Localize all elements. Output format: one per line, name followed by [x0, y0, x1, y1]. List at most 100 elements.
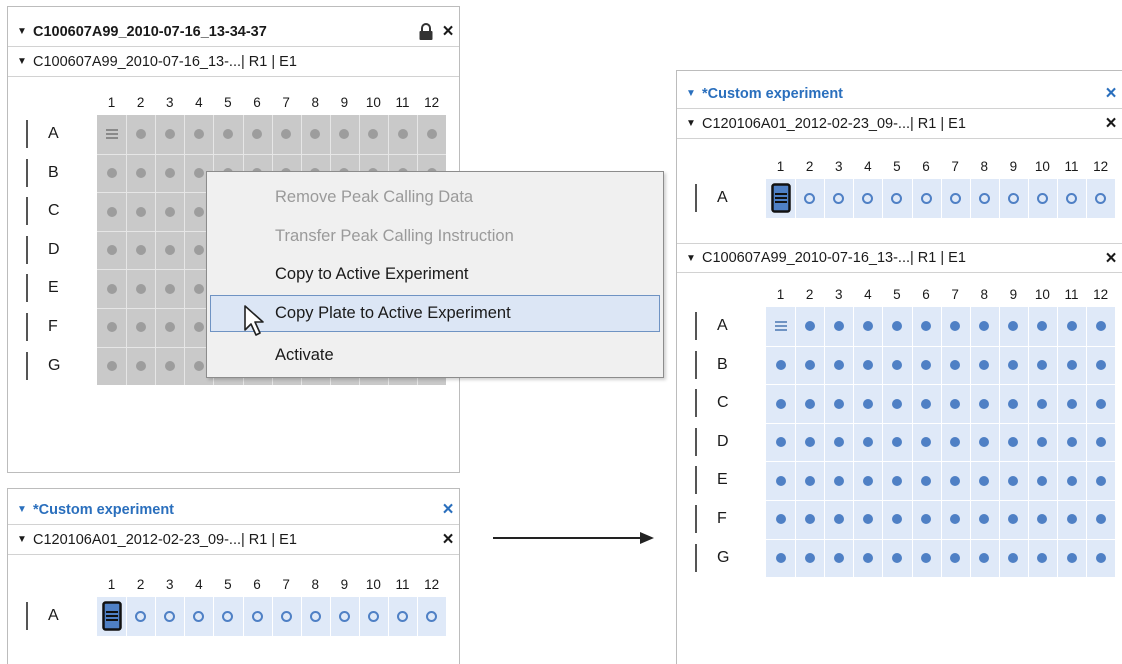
- filled-well[interactable]: [950, 552, 961, 563]
- filled-well[interactable]: [891, 437, 902, 448]
- filled-well[interactable]: [979, 475, 990, 486]
- filled-well[interactable]: [862, 514, 873, 525]
- filled-well[interactable]: [804, 514, 815, 525]
- empty-well[interactable]: [135, 610, 147, 622]
- column-header[interactable]: 8: [974, 287, 994, 302]
- column-header[interactable]: 9: [1003, 287, 1023, 302]
- collapse-triangle-icon[interactable]: ▼: [682, 88, 700, 99]
- filled-well[interactable]: [1037, 475, 1048, 486]
- row-header[interactable]: B: [688, 346, 728, 384]
- column-header[interactable]: 11: [393, 577, 413, 592]
- empty-well[interactable]: [338, 610, 350, 622]
- empty-well[interactable]: [949, 192, 961, 204]
- filled-well[interactable]: [1095, 437, 1106, 448]
- row-selector-bar[interactable]: [26, 274, 28, 303]
- empty-well[interactable]: [804, 192, 816, 204]
- filled-well[interactable]: [135, 167, 146, 178]
- column-header[interactable]: 3: [160, 577, 180, 592]
- empty-well[interactable]: [978, 192, 990, 204]
- plate-header[interactable]: ▼ C100607A99_2010-07-16_13-...| R1 | E1 …: [677, 243, 1122, 273]
- column-header[interactable]: 5: [887, 159, 907, 174]
- filled-well[interactable]: [1037, 514, 1048, 525]
- selected-well-lines-icon[interactable]: [770, 183, 791, 214]
- row-header[interactable]: G: [688, 539, 729, 577]
- filled-well[interactable]: [193, 283, 204, 294]
- column-header[interactable]: 3: [160, 95, 180, 110]
- column-header[interactable]: 9: [1003, 159, 1023, 174]
- column-header[interactable]: 1: [771, 287, 791, 302]
- filled-well[interactable]: [775, 437, 786, 448]
- empty-well[interactable]: [280, 610, 292, 622]
- row-header[interactable]: A: [19, 597, 59, 635]
- column-header[interactable]: 12: [422, 577, 442, 592]
- column-header[interactable]: 7: [276, 577, 296, 592]
- plate-header[interactable]: ▼ C120106A01_2012-02-23_09-...| R1 | E1 …: [677, 109, 1122, 139]
- column-header[interactable]: 10: [1032, 159, 1052, 174]
- filled-well[interactable]: [950, 437, 961, 448]
- filled-well[interactable]: [921, 359, 932, 370]
- filled-well[interactable]: [135, 283, 146, 294]
- filled-well[interactable]: [193, 129, 204, 140]
- filled-well[interactable]: [775, 359, 786, 370]
- filled-well[interactable]: [135, 245, 146, 256]
- filled-well[interactable]: [891, 514, 902, 525]
- filled-well[interactable]: [368, 129, 379, 140]
- row-header[interactable]: F: [19, 308, 58, 346]
- menu-item-copy-plate-to-active-experiment[interactable]: Copy Plate to Active Experiment: [275, 304, 511, 323]
- column-header[interactable]: 6: [247, 577, 267, 592]
- column-header[interactable]: 9: [334, 95, 354, 110]
- column-header[interactable]: 10: [363, 95, 383, 110]
- column-header[interactable]: 12: [422, 95, 442, 110]
- lock-icon[interactable]: [415, 22, 437, 41]
- filled-well[interactable]: [833, 398, 844, 409]
- row-header[interactable]: D: [688, 423, 729, 461]
- row-selector-bar[interactable]: [26, 197, 28, 226]
- filled-well[interactable]: [804, 398, 815, 409]
- empty-well[interactable]: [833, 192, 845, 204]
- column-header[interactable]: 12: [1091, 287, 1111, 302]
- filled-well[interactable]: [1008, 475, 1019, 486]
- row-selector-bar[interactable]: [695, 427, 697, 456]
- row-header[interactable]: F: [688, 500, 727, 538]
- row-header[interactable]: E: [19, 269, 59, 307]
- filled-well[interactable]: [106, 360, 117, 371]
- row-header[interactable]: A: [19, 115, 59, 153]
- filled-well[interactable]: [1008, 552, 1019, 563]
- empty-well[interactable]: [891, 192, 903, 204]
- column-header[interactable]: 7: [945, 159, 965, 174]
- row-header[interactable]: E: [688, 461, 728, 499]
- close-icon[interactable]: ×: [1100, 249, 1122, 268]
- filled-well[interactable]: [891, 552, 902, 563]
- filled-well[interactable]: [222, 129, 233, 140]
- filled-well[interactable]: [1037, 321, 1048, 332]
- column-header[interactable]: 6: [916, 287, 936, 302]
- column-header[interactable]: 7: [276, 95, 296, 110]
- filled-well[interactable]: [164, 206, 175, 217]
- group-header[interactable]: ▼ *Custom experiment ×: [8, 495, 459, 525]
- filled-well[interactable]: [106, 322, 117, 333]
- filled-well[interactable]: [862, 398, 873, 409]
- filled-well[interactable]: [164, 245, 175, 256]
- filled-well[interactable]: [804, 552, 815, 563]
- filled-well[interactable]: [1066, 398, 1077, 409]
- filled-well[interactable]: [1095, 552, 1106, 563]
- filled-well[interactable]: [1037, 398, 1048, 409]
- filled-well[interactable]: [1095, 475, 1106, 486]
- filled-well[interactable]: [950, 359, 961, 370]
- menu-item-transfer-peak-calling-instruction[interactable]: Transfer Peak Calling Instruction: [275, 227, 514, 246]
- filled-well[interactable]: [135, 206, 146, 217]
- filled-well[interactable]: [833, 437, 844, 448]
- column-header[interactable]: 2: [800, 287, 820, 302]
- column-header[interactable]: 4: [858, 159, 878, 174]
- filled-well[interactable]: [164, 129, 175, 140]
- collapse-triangle-icon[interactable]: ▼: [682, 253, 700, 264]
- filled-well[interactable]: [833, 359, 844, 370]
- column-header[interactable]: 2: [131, 95, 151, 110]
- row-selector-bar[interactable]: [26, 235, 28, 264]
- filled-well[interactable]: [164, 167, 175, 178]
- empty-well[interactable]: [309, 610, 321, 622]
- filled-well[interactable]: [921, 514, 932, 525]
- column-header[interactable]: 1: [771, 159, 791, 174]
- filled-well[interactable]: [1066, 321, 1077, 332]
- column-header[interactable]: 5: [218, 95, 238, 110]
